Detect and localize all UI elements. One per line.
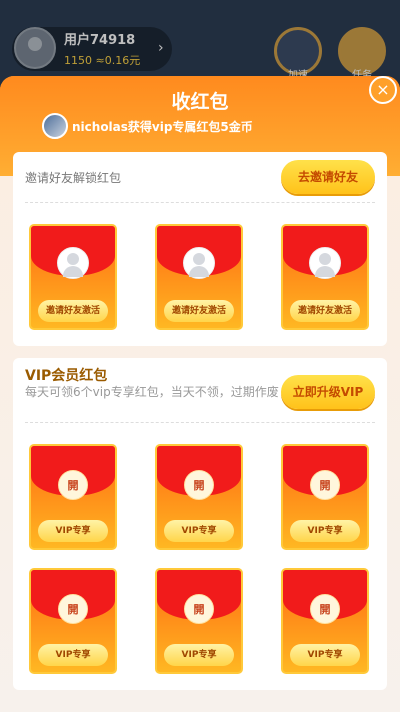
- vip-description: 每天可领6个vip专享红包，当天不领，过期作废: [25, 385, 279, 399]
- vip-exclusive-button[interactable]: VIP专享: [164, 644, 234, 666]
- vip-exclusive-button[interactable]: VIP专享: [290, 520, 360, 542]
- vip-envelope[interactable]: 開 VIP专享: [29, 568, 117, 674]
- vip-title: VIP会员红包: [25, 368, 108, 384]
- reward-notice: nicholas获得vip专属红包5金币: [42, 112, 253, 140]
- red-packet-modal: 收红包 × nicholas获得vip专属红包5金币 邀请好友解锁红包 去邀请好…: [0, 76, 400, 712]
- open-badge: 開: [310, 594, 340, 624]
- upgrade-vip-button[interactable]: 立即升级VIP: [281, 375, 375, 409]
- notice-avatar: [42, 113, 68, 139]
- open-badge: 開: [310, 470, 340, 500]
- activate-button[interactable]: 邀请好友激活: [164, 300, 234, 322]
- invite-envelope[interactable]: 邀请好友激活: [281, 224, 369, 330]
- placeholder-avatar-icon: [183, 247, 215, 279]
- activate-button[interactable]: 邀请好友激活: [38, 300, 108, 322]
- activate-button[interactable]: 邀请好友激活: [290, 300, 360, 322]
- open-badge: 開: [58, 594, 88, 624]
- vip-envelope[interactable]: 開 VIP专享: [281, 444, 369, 550]
- invite-friends-button[interactable]: 去邀请好友: [281, 160, 375, 194]
- vip-envelope[interactable]: 開 VIP专享: [29, 444, 117, 550]
- invite-envelope[interactable]: 邀请好友激活: [29, 224, 117, 330]
- open-badge: 開: [58, 470, 88, 500]
- vip-envelope[interactable]: 開 VIP专享: [155, 444, 243, 550]
- close-icon[interactable]: ×: [369, 76, 397, 104]
- vip-exclusive-button[interactable]: VIP专享: [38, 644, 108, 666]
- vip-section: VIP会员红包 每天可领6个vip专享红包，当天不领，过期作废 立即升级VIP …: [13, 358, 387, 690]
- invite-envelope[interactable]: 邀请好友激活: [155, 224, 243, 330]
- vip-exclusive-button[interactable]: VIP专享: [164, 520, 234, 542]
- invite-label: 邀请好友解锁红包: [25, 171, 122, 185]
- invite-section: 邀请好友解锁红包 去邀请好友 邀请好友激活 邀请好友激活 邀请好友激活: [13, 152, 387, 346]
- open-badge: 開: [184, 594, 214, 624]
- vip-exclusive-button[interactable]: VIP专享: [38, 520, 108, 542]
- divider: [25, 202, 375, 203]
- vip-envelope[interactable]: 開 VIP专享: [155, 568, 243, 674]
- open-badge: 開: [184, 470, 214, 500]
- vip-envelope[interactable]: 開 VIP专享: [281, 568, 369, 674]
- placeholder-avatar-icon: [309, 247, 341, 279]
- notice-text: nicholas获得vip专属红包5金币: [72, 119, 253, 134]
- vip-exclusive-button[interactable]: VIP专享: [290, 644, 360, 666]
- divider: [25, 422, 375, 423]
- modal-title: 收红包: [171, 91, 229, 113]
- placeholder-avatar-icon: [57, 247, 89, 279]
